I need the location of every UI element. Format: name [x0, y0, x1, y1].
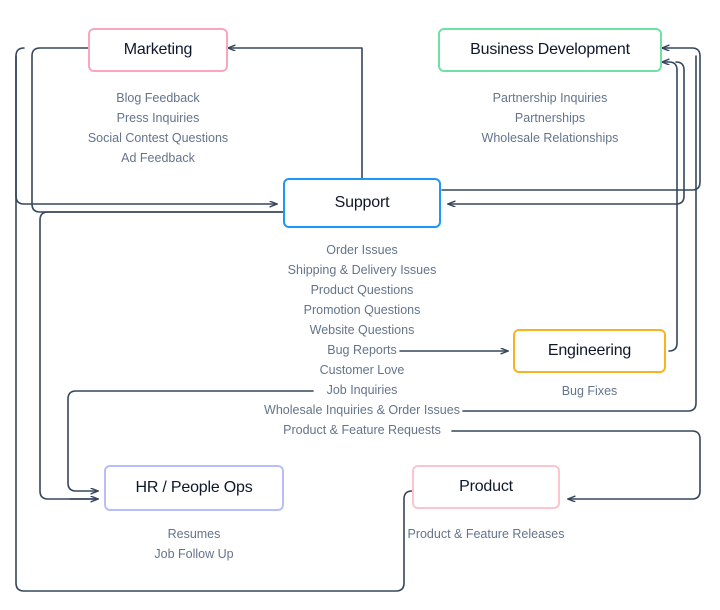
list-item: Job Follow Up: [154, 547, 234, 561]
list-item: Shipping & Delivery Issues: [287, 263, 437, 277]
list-item: Social Contest Questions: [87, 131, 229, 145]
list-item: Order Issues: [326, 243, 398, 257]
list-item: Product Questions: [310, 283, 414, 297]
node-support-items: Order Issues Shipping & Delivery Issues …: [202, 240, 522, 440]
node-marketing-label: Marketing: [123, 41, 193, 58]
node-support-label: Support: [334, 194, 390, 211]
node-marketing[interactable]: Marketing: [88, 28, 228, 72]
list-item: Resumes: [167, 527, 221, 541]
node-business-development-items: Partnership Inquiries Partnerships Whole…: [420, 88, 680, 148]
node-business-development[interactable]: Business Development: [438, 28, 662, 72]
list-item: Wholesale Relationships: [481, 131, 619, 145]
list-item: Promotion Questions: [303, 303, 421, 317]
node-engineering-label: Engineering: [547, 342, 632, 359]
node-engineering[interactable]: Engineering: [513, 329, 666, 373]
list-item: Job Inquiries: [326, 383, 398, 397]
list-item: Blog Feedback: [116, 91, 200, 105]
list-item: Wholesale Inquiries & Order Issues: [264, 403, 460, 417]
list-item: Bug Fixes: [561, 384, 618, 398]
node-hr-people-ops-items: Resumes Job Follow Up: [94, 524, 294, 564]
node-marketing-items: Blog Feedback Press Inquiries Social Con…: [28, 88, 288, 168]
node-product-label: Product: [459, 478, 513, 495]
list-item: Customer Love: [319, 363, 405, 377]
node-business-development-label: Business Development: [470, 41, 630, 58]
flowchart-canvas: Marketing Blog Feedback Press Inquiries …: [0, 0, 720, 610]
list-item: Partnerships: [514, 111, 586, 125]
list-item: Bug Reports: [327, 343, 397, 357]
list-item: Product & Feature Releases: [407, 527, 565, 541]
node-support[interactable]: Support: [283, 178, 441, 228]
node-engineering-items: Bug Fixes: [513, 381, 666, 401]
node-product-items: Product & Feature Releases: [386, 524, 586, 544]
list-item: Ad Feedback: [121, 151, 195, 165]
list-item: Product & Feature Requests: [283, 423, 441, 437]
list-item: Website Questions: [309, 323, 415, 337]
node-hr-people-ops-label: HR / People Ops: [135, 479, 253, 496]
node-hr-people-ops[interactable]: HR / People Ops: [104, 465, 284, 511]
list-item: Partnership Inquiries: [492, 91, 608, 105]
node-product[interactable]: Product: [412, 465, 560, 509]
list-item: Press Inquiries: [116, 111, 200, 125]
